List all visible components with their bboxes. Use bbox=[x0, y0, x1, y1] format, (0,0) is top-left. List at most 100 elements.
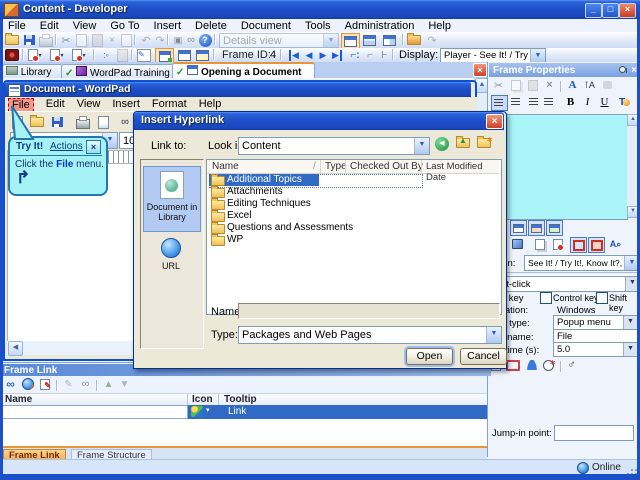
column-header-last-modified[interactable]: Last Modified Date bbox=[426, 161, 499, 183]
italic-icon[interactable]: I bbox=[580, 95, 595, 109]
bold-icon[interactable]: B bbox=[563, 95, 578, 109]
place-url[interactable]: URL bbox=[143, 236, 199, 278]
wordpad-menu-format[interactable]: Format bbox=[152, 98, 187, 112]
copy-format-icon[interactable] bbox=[532, 237, 547, 251]
folder-row[interactable]: Questions and Assessments bbox=[209, 222, 499, 234]
show-note-icon[interactable] bbox=[546, 220, 563, 236]
insert-url-link-icon[interactable]: ↗ bbox=[20, 377, 35, 391]
menu-tools[interactable]: Tools bbox=[305, 20, 331, 32]
timer-icon[interactable]: ∗ bbox=[541, 358, 556, 372]
maximize-button[interactable]: □ bbox=[602, 3, 619, 18]
up-one-level-icon[interactable]: ▲ bbox=[456, 136, 470, 151]
delay-time-combo[interactable]: 5.0 ▼ bbox=[553, 342, 638, 357]
align-right-icon[interactable] bbox=[525, 95, 540, 109]
scroll-left-icon[interactable]: ◀ bbox=[8, 341, 23, 356]
menu-edit[interactable]: Edit bbox=[40, 20, 59, 32]
delete-link-icon[interactable]: ✎ bbox=[37, 377, 52, 391]
column-name[interactable]: Name bbox=[5, 394, 32, 405]
print-document-icon[interactable] bbox=[75, 115, 91, 129]
insert-link-icon[interactable]: ∞ bbox=[3, 377, 18, 391]
user-action-icon[interactable] bbox=[524, 358, 539, 372]
help-icon[interactable]: ? bbox=[197, 33, 213, 47]
resize-grip[interactable] bbox=[631, 469, 633, 471]
tryit-close-icon[interactable]: × bbox=[86, 140, 101, 154]
save-icon[interactable] bbox=[21, 33, 37, 47]
control-key-checkbox[interactable] bbox=[540, 292, 552, 304]
split-vertical-view-button[interactable] bbox=[381, 33, 398, 47]
screenshot-window-icon[interactable] bbox=[176, 48, 192, 62]
type-combo[interactable]: Packages and Web Pages ▼ bbox=[238, 326, 502, 344]
link-name-cell[interactable] bbox=[0, 405, 188, 419]
insert-frame-after-icon[interactable]: ▾ bbox=[49, 48, 65, 62]
folder-row[interactable]: Attachments bbox=[209, 186, 499, 198]
menu-delete[interactable]: Delete bbox=[195, 20, 227, 32]
menu-document[interactable]: Document bbox=[241, 20, 291, 32]
last-frame-icon[interactable]: ▶ bbox=[329, 48, 345, 62]
show-in-combo[interactable]: See It! / Try It!, Know It?, Do It!▼ bbox=[524, 255, 640, 271]
display-combo[interactable]: Player - See It! / Try It! ▼ bbox=[440, 48, 546, 63]
edit-frame-icon[interactable]: ✎ bbox=[136, 48, 152, 62]
menu-administration[interactable]: Administration bbox=[345, 20, 415, 32]
jump-in-input[interactable] bbox=[554, 425, 634, 441]
connect-frames-icon[interactable]: :◦ bbox=[98, 48, 114, 62]
wordpad-menu-edit[interactable]: Edit bbox=[46, 98, 65, 112]
align-center-icon[interactable] bbox=[508, 95, 523, 109]
select-text-icon[interactable]: ⊺A bbox=[582, 78, 597, 92]
border-color-icon[interactable] bbox=[510, 237, 525, 251]
show-bubble-icon[interactable] bbox=[510, 220, 527, 236]
menu-help[interactable]: Help bbox=[428, 20, 451, 32]
zoom-text-icon[interactable]: A⌕ bbox=[608, 237, 623, 251]
align-left-icon[interactable] bbox=[491, 95, 508, 111]
link-tooltip-cell[interactable]: Link bbox=[228, 406, 246, 417]
close-document-button[interactable]: × bbox=[473, 63, 487, 77]
save-document-icon[interactable] bbox=[49, 115, 65, 129]
wordpad-menu-view[interactable]: View bbox=[77, 98, 101, 112]
wordpad-menu-insert[interactable]: Insert bbox=[112, 98, 140, 112]
column-header-checked-out-by[interactable]: Checked Out By bbox=[350, 161, 423, 172]
show-action-icon[interactable] bbox=[528, 220, 545, 236]
insert-frame-before-icon[interactable]: ▾ bbox=[27, 48, 43, 62]
place-document-in-library[interactable]: Document in Library bbox=[143, 166, 201, 232]
menu-view[interactable]: View bbox=[73, 20, 97, 32]
wordpad-menu-help[interactable]: Help bbox=[199, 98, 222, 112]
highlight-area-icon[interactable] bbox=[505, 358, 520, 372]
align-justify-icon[interactable] bbox=[542, 95, 557, 109]
column-header-name[interactable]: Name bbox=[212, 161, 239, 172]
tryit-actions-link[interactable]: Actions bbox=[50, 141, 83, 152]
back-icon[interactable]: ◀ bbox=[435, 137, 449, 151]
open-icon[interactable] bbox=[4, 33, 20, 47]
column-icon[interactable]: Icon bbox=[192, 394, 213, 405]
open-button[interactable]: Open bbox=[406, 348, 453, 365]
minimize-button[interactable]: _ bbox=[585, 3, 602, 18]
link-icon-dropdown-icon[interactable]: ▾ bbox=[206, 406, 210, 414]
show-marker-icon[interactable] bbox=[588, 237, 605, 253]
highlight-object-icon[interactable] bbox=[570, 237, 587, 253]
cancel-button[interactable]: Cancel bbox=[460, 348, 507, 365]
details-view-button[interactable] bbox=[341, 33, 360, 49]
record-icon[interactable] bbox=[4, 48, 20, 62]
rerecord-frame-icon[interactable]: ▾ bbox=[71, 48, 87, 62]
pin-icon[interactable] bbox=[619, 65, 628, 76]
font-color-icon[interactable]: A bbox=[565, 78, 580, 92]
frame-text-editor[interactable] bbox=[490, 114, 628, 220]
folder-row[interactable]: WP bbox=[209, 234, 499, 246]
menu-insert[interactable]: Insert bbox=[154, 20, 182, 32]
text-unit-icon[interactable]: T bbox=[617, 95, 632, 109]
print-preview-icon[interactable] bbox=[95, 115, 111, 129]
find-icon[interactable]: ∞ bbox=[117, 115, 133, 129]
action-combo[interactable]: Left-click ▼ bbox=[489, 276, 640, 292]
shift-key-checkbox[interactable] bbox=[596, 292, 608, 304]
object-type-combo[interactable]: Popup menu ▼ bbox=[553, 315, 638, 330]
tab-library[interactable]: Library bbox=[2, 64, 63, 79]
new-folder-icon[interactable]: ∗ bbox=[477, 135, 493, 151]
folder-row-selected[interactable]: Additional Topics bbox=[209, 174, 319, 186]
tab-wordpad-training[interactable]: ✓ WordPad Training bbox=[61, 64, 174, 79]
link-type-icon[interactable] bbox=[191, 406, 203, 417]
dialog-close-icon[interactable]: × bbox=[486, 114, 503, 129]
underline-icon[interactable]: U bbox=[597, 95, 612, 109]
copy-to-all-icon[interactable] bbox=[550, 237, 565, 251]
folder-row[interactable]: Editing Techniques bbox=[209, 198, 499, 210]
menu-file[interactable]: File bbox=[8, 20, 26, 32]
close-button[interactable]: × bbox=[619, 3, 636, 18]
male-symbol-icon[interactable]: ♂ bbox=[564, 358, 579, 372]
